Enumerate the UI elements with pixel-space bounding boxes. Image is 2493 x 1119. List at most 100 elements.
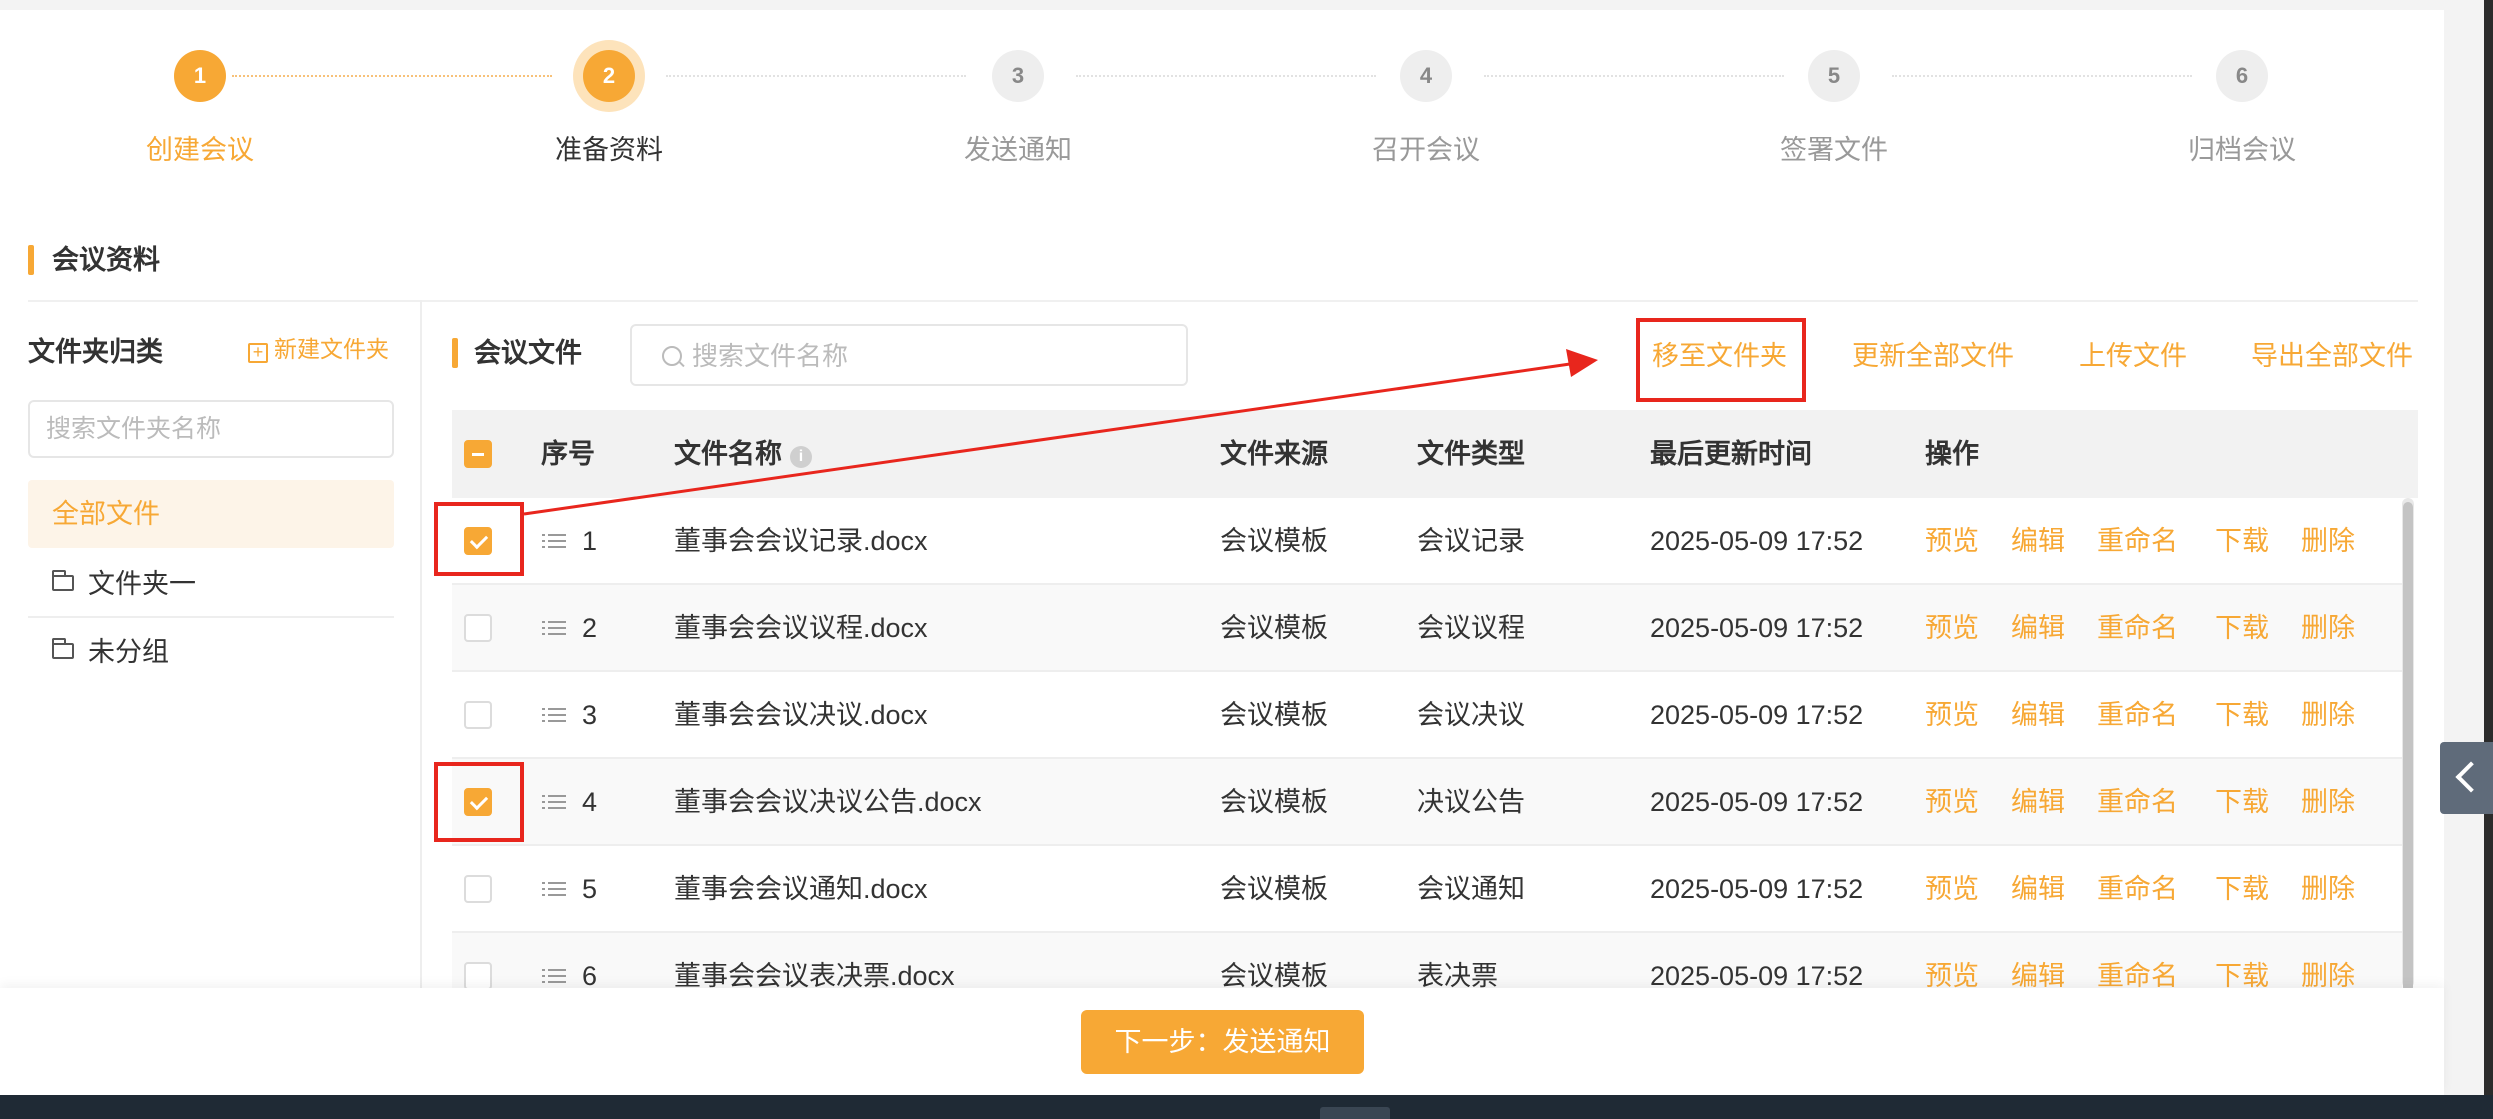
taskbar-item[interactable] [1320, 1107, 1390, 1119]
new-folder-label: 新建文件夹 [274, 336, 389, 362]
row-checkbox[interactable] [464, 788, 492, 816]
edit-button[interactable]: 编辑 [2011, 585, 2065, 672]
cell-file-name: 董事会会议决议公告.docx [674, 787, 982, 817]
edit-button[interactable]: 编辑 [2011, 672, 2065, 759]
download-button[interactable]: 下载 [2215, 585, 2269, 672]
scrollbar-thumb[interactable] [2403, 502, 2413, 988]
folder-item-ungrouped[interactable]: 未分组 [28, 618, 394, 686]
rename-button[interactable]: 重命名 [2097, 846, 2178, 933]
bottom-action-bar: 下一步：发送通知 [0, 988, 2444, 1095]
cell-source: 会议模板 [1220, 613, 1328, 643]
next-step-button[interactable]: 下一步：发送通知 [1081, 1010, 1364, 1074]
column-header-name: 文件名称 i [674, 410, 812, 498]
folder-panel-title: 文件夹归类 [28, 337, 163, 367]
step-archive-meeting: 6 归档会议 [2142, 40, 2342, 167]
folder-item-all-files[interactable]: 全部文件 [28, 480, 394, 548]
download-button[interactable]: 下载 [2215, 933, 2269, 988]
cell-updated: 2025-05-09 17:52 [1650, 874, 1864, 904]
preview-button[interactable]: 预览 [1925, 498, 1979, 585]
download-button[interactable]: 下载 [2215, 672, 2269, 759]
cell-source: 会议模板 [1220, 961, 1328, 988]
cell-seq: 1 [582, 526, 598, 556]
update-all-files-button[interactable]: 更新全部文件 [1852, 338, 2014, 374]
delete-button[interactable]: 删除 [2301, 759, 2355, 846]
drag-handle-icon[interactable] [542, 967, 566, 985]
preview-button[interactable]: 预览 [1925, 846, 1979, 933]
upload-file-button[interactable]: 上传文件 [2079, 338, 2187, 374]
cell-file-name: 董事会会议表决票.docx [674, 961, 955, 988]
delete-button[interactable]: 删除 [2301, 933, 2355, 988]
window-edge [2484, 0, 2493, 1095]
rename-button[interactable]: 重命名 [2097, 759, 2178, 846]
cell-file-name: 董事会会议记录.docx [674, 526, 928, 556]
delete-button[interactable]: 删除 [2301, 846, 2355, 933]
edit-button[interactable]: 编辑 [2011, 846, 2065, 933]
step-number: 2 [583, 50, 635, 102]
drag-handle-icon[interactable] [542, 880, 566, 898]
folder-icon [52, 570, 74, 591]
select-all-checkbox[interactable] [464, 440, 492, 468]
export-all-files-button[interactable]: 导出全部文件 [2251, 338, 2413, 374]
table-scrollbar[interactable] [2402, 498, 2414, 988]
drag-handle-icon[interactable] [542, 793, 566, 811]
new-folder-button[interactable]: + 新建文件夹 [248, 330, 389, 364]
rename-button[interactable]: 重命名 [2097, 585, 2178, 672]
rename-button[interactable]: 重命名 [2097, 933, 2178, 988]
file-search-box[interactable] [630, 324, 1188, 386]
cell-seq: 6 [582, 961, 598, 988]
cell-file-name: 董事会会议决议.docx [674, 700, 928, 730]
drag-handle-icon[interactable] [542, 706, 566, 724]
cell-updated: 2025-05-09 17:52 [1650, 961, 1864, 988]
step-number: 6 [2216, 50, 2268, 102]
chevron-left-icon[interactable] [2440, 742, 2493, 814]
rename-button[interactable]: 重命名 [2097, 498, 2178, 585]
edit-button[interactable]: 编辑 [2011, 498, 2065, 585]
table-row: 5 董事会会议通知.docx 会议模板 会议通知 2025-05-09 17:52 预览编… [452, 846, 2402, 933]
step-label: 发送通知 [964, 135, 1072, 165]
folder-search-input[interactable] [28, 400, 394, 458]
cell-type: 表决票 [1417, 961, 1498, 988]
delete-button[interactable]: 删除 [2301, 498, 2355, 585]
progress-stepper: 1 创建会议 2 准备资料 3 发送通知 4 召开会议 5 签署文件 6 归档会… [0, 40, 2444, 170]
cell-type: 决议公告 [1417, 787, 1525, 817]
download-button[interactable]: 下载 [2215, 846, 2269, 933]
delete-button[interactable]: 删除 [2301, 585, 2355, 672]
move-to-folder-button[interactable]: 移至文件夹 [1652, 338, 1787, 374]
table-row: 4 董事会会议决议公告.docx 会议模板 决议公告 2025-05-09 17:52 预… [452, 759, 2402, 846]
top-strip [0, 0, 2493, 10]
preview-button[interactable]: 预览 [1925, 672, 1979, 759]
step-number: 3 [992, 50, 1044, 102]
step-label: 签署文件 [1780, 135, 1888, 165]
cell-source: 会议模板 [1220, 787, 1328, 817]
cell-file-name: 董事会会议议程.docx [674, 613, 928, 643]
preview-button[interactable]: 预览 [1925, 933, 1979, 988]
cell-updated: 2025-05-09 17:52 [1650, 700, 1864, 730]
step-label: 归档会议 [2188, 135, 2296, 165]
folder-item-folder-one[interactable]: 文件夹一 [28, 550, 394, 618]
row-checkbox[interactable] [464, 875, 492, 903]
plus-square-icon: + [248, 343, 268, 363]
edit-button[interactable]: 编辑 [2011, 933, 2065, 988]
delete-button[interactable]: 删除 [2301, 672, 2355, 759]
section-title: 会议资料 [28, 245, 160, 275]
step-prepare-materials: 2 准备资料 [509, 40, 709, 167]
row-checkbox[interactable] [464, 527, 492, 555]
drag-handle-icon[interactable] [542, 532, 566, 550]
row-checkbox[interactable] [464, 701, 492, 729]
edit-button[interactable]: 编辑 [2011, 759, 2065, 846]
file-search-input[interactable] [690, 334, 1174, 378]
row-checkbox[interactable] [464, 962, 492, 988]
preview-button[interactable]: 预览 [1925, 759, 1979, 846]
table-row: 6 董事会会议表决票.docx 会议模板 表决票 2025-05-09 17:52 预览编… [452, 933, 2402, 988]
download-button[interactable]: 下载 [2215, 759, 2269, 846]
column-header-updated: 最后更新时间 [1650, 439, 1812, 469]
rename-button[interactable]: 重命名 [2097, 672, 2178, 759]
drag-handle-icon[interactable] [542, 619, 566, 637]
folder-label: 文件夹一 [88, 569, 196, 599]
download-button[interactable]: 下载 [2215, 498, 2269, 585]
cell-updated: 2025-05-09 17:52 [1650, 526, 1864, 556]
row-checkbox[interactable] [464, 614, 492, 642]
info-icon[interactable]: i [790, 446, 812, 468]
cell-type: 会议决议 [1417, 700, 1525, 730]
preview-button[interactable]: 预览 [1925, 585, 1979, 672]
